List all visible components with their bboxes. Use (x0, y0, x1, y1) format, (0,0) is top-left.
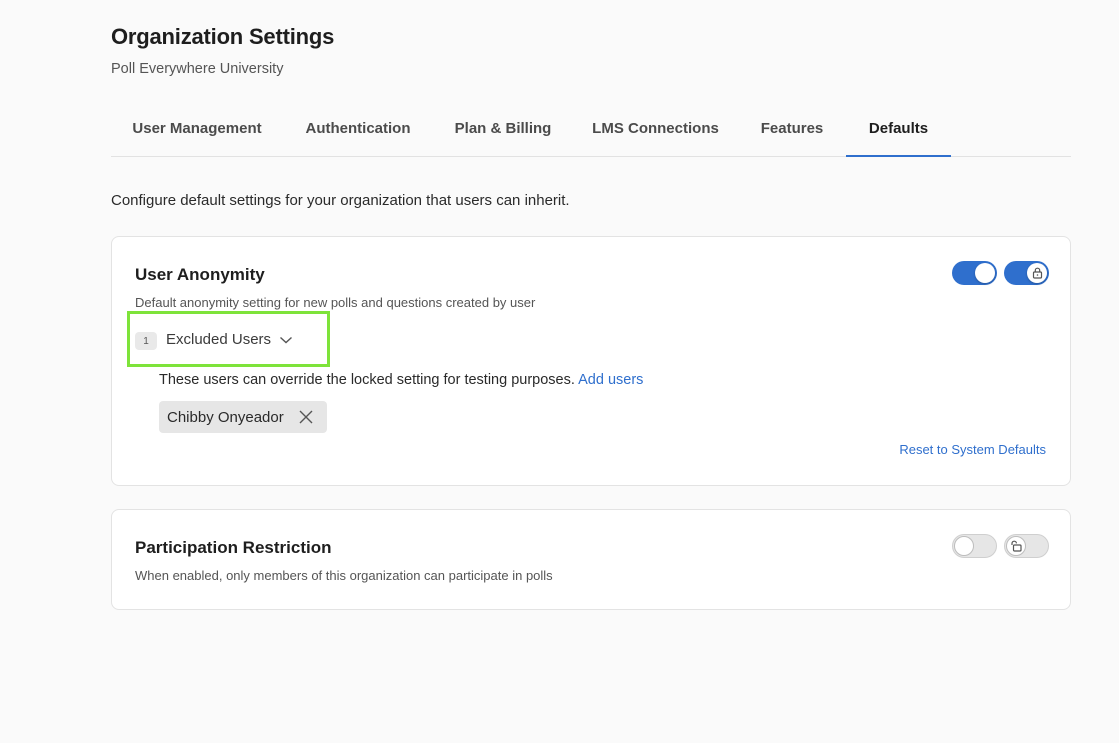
page-title: Organization Settings (111, 24, 335, 49)
toggle-knob (1027, 263, 1047, 283)
user-anonymity-title: User Anonymity (135, 265, 265, 284)
excluded-users-dropdown[interactable]: Excluded Users (166, 331, 293, 348)
toggle-knob (954, 536, 974, 556)
participation-restriction-title: Participation Restriction (135, 538, 332, 557)
add-users-link[interactable]: Add users (578, 372, 643, 388)
close-icon[interactable] (297, 408, 315, 426)
anonymity-lock-toggle[interactable] (1004, 261, 1049, 285)
tab-defaults[interactable]: Defaults (846, 100, 951, 157)
restriction-lock-toggle[interactable] (1004, 534, 1049, 558)
tab-authentication[interactable]: Authentication (283, 100, 433, 156)
excluded-users-label: Excluded Users (166, 331, 272, 348)
toggle-knob (1006, 536, 1026, 556)
reset-to-defaults-link[interactable]: Reset to System Defaults (899, 442, 1046, 457)
unlock-icon (1010, 540, 1022, 552)
settings-tabs: User Management Authentication Plan & Bi… (111, 100, 1071, 157)
excluded-count-badge: 1 (135, 332, 157, 350)
intro-text: Configure default settings for your orga… (111, 192, 570, 209)
anonymity-enabled-toggle[interactable] (952, 261, 997, 285)
toggle-knob (975, 263, 995, 283)
chevron-down-icon (280, 336, 293, 343)
lock-icon (1032, 267, 1042, 279)
tab-plan-billing[interactable]: Plan & Billing (433, 100, 573, 156)
participation-restriction-description: When enabled, only members of this organ… (135, 568, 553, 583)
participation-restriction-card: Participation Restriction When enabled, … (111, 509, 1071, 610)
excluded-user-chip: Chibby Onyeador (159, 401, 327, 433)
override-description: These users can override the locked sett… (159, 372, 644, 388)
excluded-user-name: Chibby Onyeador (167, 408, 284, 426)
tab-user-management[interactable]: User Management (111, 100, 283, 156)
tab-lms-connections[interactable]: LMS Connections (573, 100, 738, 156)
tab-features[interactable]: Features (738, 100, 846, 156)
user-anonymity-card: User Anonymity Default anonymity setting… (111, 236, 1071, 486)
restriction-enabled-toggle[interactable] (952, 534, 997, 558)
user-anonymity-description: Default anonymity setting for new polls … (135, 295, 536, 310)
organization-name: Poll Everywhere University (111, 61, 284, 77)
